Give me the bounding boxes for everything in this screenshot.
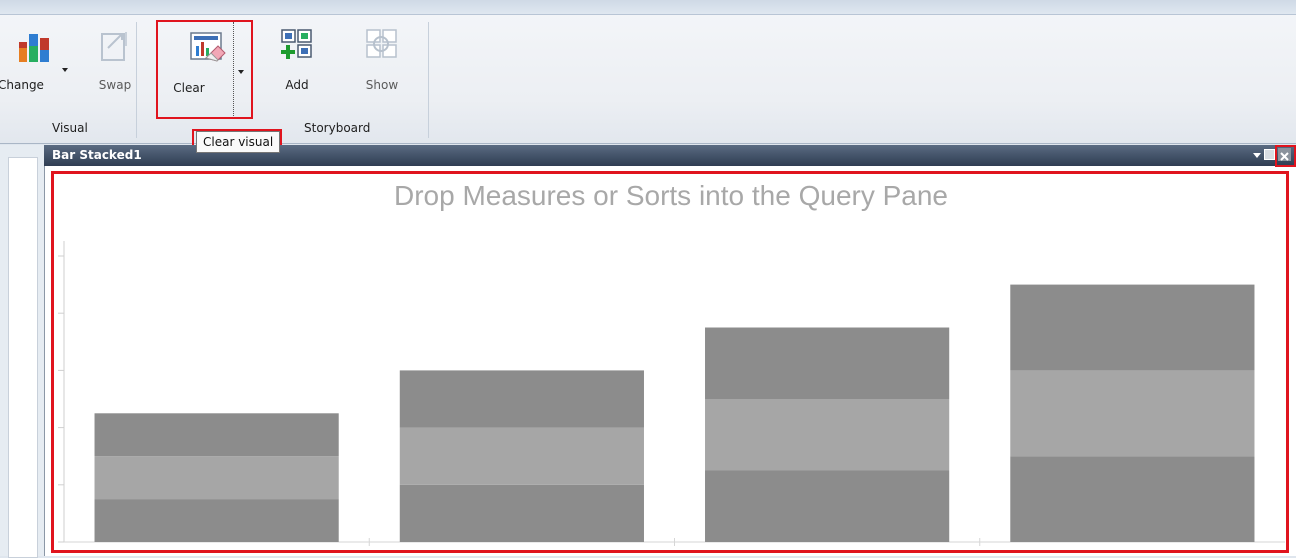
swap-icon xyxy=(98,28,132,65)
close-button-highlight xyxy=(1275,145,1296,167)
left-pane xyxy=(0,145,44,558)
ribbon-group-separator xyxy=(136,22,137,138)
storyboard-group-label: Storyboard xyxy=(304,121,371,135)
visual-title: Bar Stacked1 xyxy=(52,148,142,162)
change-button[interactable]: Change xyxy=(0,24,66,100)
show-button-label: Show xyxy=(365,78,399,92)
show-storyboard-icon xyxy=(365,28,399,65)
change-button-label: Change xyxy=(0,78,44,92)
maximize-icon[interactable] xyxy=(1264,149,1275,160)
add-button[interactable]: Add xyxy=(272,24,322,100)
change-dropdown-arrow[interactable] xyxy=(62,68,68,72)
clear-visual-tooltip: Clear visual xyxy=(196,131,281,153)
clear-button-highlight xyxy=(156,20,253,119)
add-storyboard-icon xyxy=(280,28,314,65)
show-button[interactable]: Show xyxy=(357,24,407,100)
window-menu-arrow-icon[interactable] xyxy=(1253,153,1261,158)
left-pane-panel xyxy=(8,157,38,558)
visual-group-label: Visual xyxy=(52,121,88,135)
ribbon-top-strip xyxy=(0,0,1296,15)
ribbon-group-separator xyxy=(428,22,429,138)
add-button-label: Add xyxy=(285,78,309,92)
change-chart-icon xyxy=(17,28,53,65)
chart-area-highlight xyxy=(51,171,1289,553)
